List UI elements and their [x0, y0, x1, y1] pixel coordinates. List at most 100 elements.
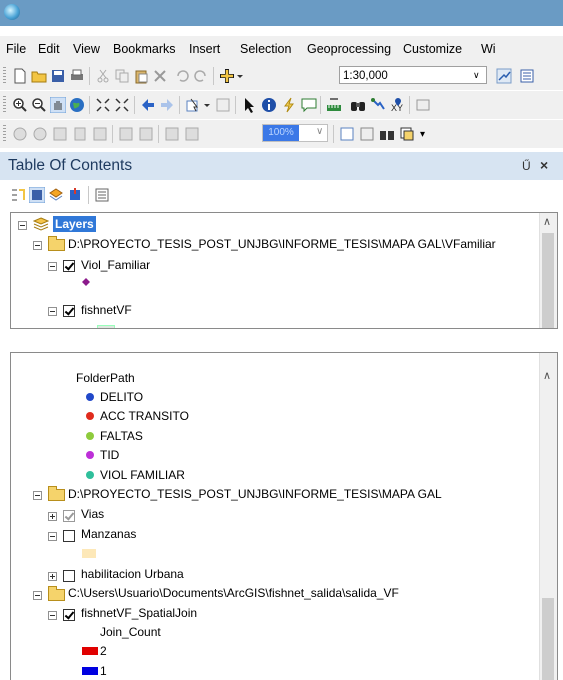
layer-vias[interactable]: Vias [81, 506, 104, 522]
pan-hand-icon[interactable] [50, 97, 66, 113]
add-data-icon[interactable] [219, 68, 235, 84]
chevron-down-icon[interactable]: ∨ [473, 70, 480, 81]
legend-class-faltas[interactable]: FALTAS [100, 428, 143, 444]
select-features-icon[interactable] [185, 97, 201, 113]
collapse-toggle[interactable] [33, 241, 42, 250]
select-elements-arrow-icon[interactable] [241, 97, 257, 113]
paste-icon[interactable] [133, 68, 149, 84]
menu-geoprocessing[interactable]: Geoprocessing [307, 42, 391, 56]
layers-dataframe[interactable]: Layers [53, 216, 96, 232]
fixed-zoom-out-layout-icon-2[interactable] [138, 126, 154, 142]
legend-class-1[interactable]: 1 [100, 663, 107, 679]
layer-visibility-checkbox[interactable] [63, 530, 75, 542]
list-by-visibility-icon[interactable] [48, 187, 64, 203]
zoom-whole-page-icon[interactable] [72, 126, 88, 142]
cut-icon[interactable] [95, 68, 111, 84]
identify-icon[interactable] [261, 97, 277, 113]
toc-scrollbar[interactable]: ∧ [539, 353, 557, 680]
html-popup-icon[interactable] [301, 97, 317, 113]
toc-scrollbar[interactable]: ∧ [539, 213, 557, 328]
toggle-draft-mode-icon[interactable] [339, 126, 355, 142]
table-of-contents-icon[interactable] [519, 68, 535, 84]
fixed-zoom-in-icon[interactable] [95, 97, 111, 113]
menu-view[interactable]: View [73, 42, 100, 56]
print-icon[interactable] [69, 68, 85, 84]
expand-toggle[interactable] [48, 512, 57, 521]
fixed-zoom-out-icon[interactable] [114, 97, 130, 113]
fixed-zoom-in-layout-icon[interactable] [118, 126, 134, 142]
expand-toggle[interactable] [48, 572, 57, 581]
layer-visibility-checkbox[interactable] [63, 609, 75, 621]
collapse-toggle[interactable] [18, 221, 27, 230]
layer-fishnetvf-spatialjoin[interactable]: fishnetVF_SpatialJoin [81, 605, 197, 621]
legend-class-2[interactable]: 2 [100, 643, 107, 659]
layer-viol-familiar[interactable]: Viol_Familiar [81, 257, 150, 273]
menu-windows[interactable]: Wi [481, 42, 496, 56]
chevron-down-icon[interactable] [203, 97, 211, 113]
legend-class-viol-familiar[interactable]: VIOL FAMILIAR [100, 467, 185, 483]
toc-options-icon[interactable] [94, 187, 110, 203]
legend-class-tid[interactable]: TID [100, 447, 119, 463]
go-back-extent-icon[interactable] [164, 126, 180, 142]
time-slider-icon[interactable] [415, 97, 431, 113]
folder-path-salida-vf[interactable]: C:\Users\Usuario\Documents\ArcGIS\fishne… [68, 585, 399, 601]
copy-icon[interactable] [114, 68, 130, 84]
focus-data-frame-icon[interactable] [359, 126, 375, 142]
scroll-up-icon[interactable]: ∧ [543, 369, 551, 382]
save-icon[interactable] [50, 68, 66, 84]
list-by-selection-icon[interactable] [67, 187, 83, 203]
collapse-toggle[interactable] [48, 611, 57, 620]
hyperlink-lightning-icon[interactable] [281, 97, 297, 113]
new-document-icon[interactable] [12, 68, 28, 84]
find-binoculars-icon[interactable] [350, 97, 366, 113]
clear-selection-icon[interactable] [215, 97, 231, 113]
back-arrow-icon[interactable] [140, 97, 156, 113]
go-to-xy-icon[interactable]: XY [390, 97, 406, 113]
zoom-in-icon[interactable] [12, 97, 28, 113]
add-data-dropdown-icon[interactable] [236, 68, 244, 84]
map-scale-combobox[interactable]: 1:30,000 [339, 66, 487, 84]
forward-arrow-icon[interactable] [159, 97, 175, 113]
collapse-toggle[interactable] [48, 532, 57, 541]
menu-customize[interactable]: Customize [403, 42, 462, 56]
zoom-out-icon[interactable] [31, 97, 47, 113]
layer-visibility-checkbox[interactable] [63, 570, 75, 582]
data-driven-pages-icon[interactable] [399, 126, 415, 142]
legend-class-acc-transito[interactable]: ACC TRANSITO [100, 408, 189, 424]
scrollbar-thumb[interactable] [542, 233, 554, 328]
collapse-toggle[interactable] [48, 307, 57, 316]
layer-manzanas[interactable]: Manzanas [81, 526, 136, 542]
layer-visibility-checkbox[interactable] [63, 260, 75, 272]
scrollbar-thumb[interactable] [542, 598, 554, 680]
measure-icon[interactable] [326, 97, 342, 113]
list-by-drawing-order-icon[interactable] [10, 187, 26, 203]
toolbar-overflow-icon[interactable]: ▾ [420, 129, 425, 140]
undo-icon[interactable] [174, 68, 190, 84]
list-by-source-icon[interactable] [29, 187, 45, 203]
layer-fishnetvf[interactable]: fishnetVF [81, 302, 132, 318]
layer-visibility-checkbox[interactable] [63, 510, 75, 522]
menu-file[interactable]: File [6, 42, 26, 56]
editor-toolbar-icon[interactable] [496, 68, 512, 84]
full-extent-globe-icon[interactable] [69, 97, 85, 113]
open-folder-icon[interactable] [31, 68, 47, 84]
pin-icon[interactable]: Ű [522, 159, 531, 173]
layer-habilitacion-urbana[interactable]: habilitacion Urbana [81, 566, 184, 582]
folder-path-mapa-gal[interactable]: D:\PROYECTO_TESIS_POST_UNJBG\INFORME_TES… [68, 486, 442, 502]
arcmap-app-icon[interactable] [4, 4, 20, 20]
collapse-toggle[interactable] [33, 491, 42, 500]
layer-visibility-checkbox[interactable] [63, 305, 75, 317]
fixed-zoom-icon[interactable] [12, 126, 28, 142]
redo-icon[interactable] [193, 68, 209, 84]
menu-edit[interactable]: Edit [38, 42, 60, 56]
close-icon[interactable]: × [540, 157, 548, 173]
menu-insert[interactable]: Insert [189, 42, 220, 56]
fixed-zoom-out-layout-icon[interactable] [32, 126, 48, 142]
find-route-icon[interactable] [370, 97, 386, 113]
delete-icon[interactable] [152, 68, 168, 84]
zoom-100-icon[interactable] [92, 126, 108, 142]
go-forward-extent-icon[interactable] [184, 126, 200, 142]
menu-bookmarks[interactable]: Bookmarks [113, 42, 176, 56]
pan-layout-icon[interactable] [52, 126, 68, 142]
collapse-toggle[interactable] [48, 262, 57, 271]
